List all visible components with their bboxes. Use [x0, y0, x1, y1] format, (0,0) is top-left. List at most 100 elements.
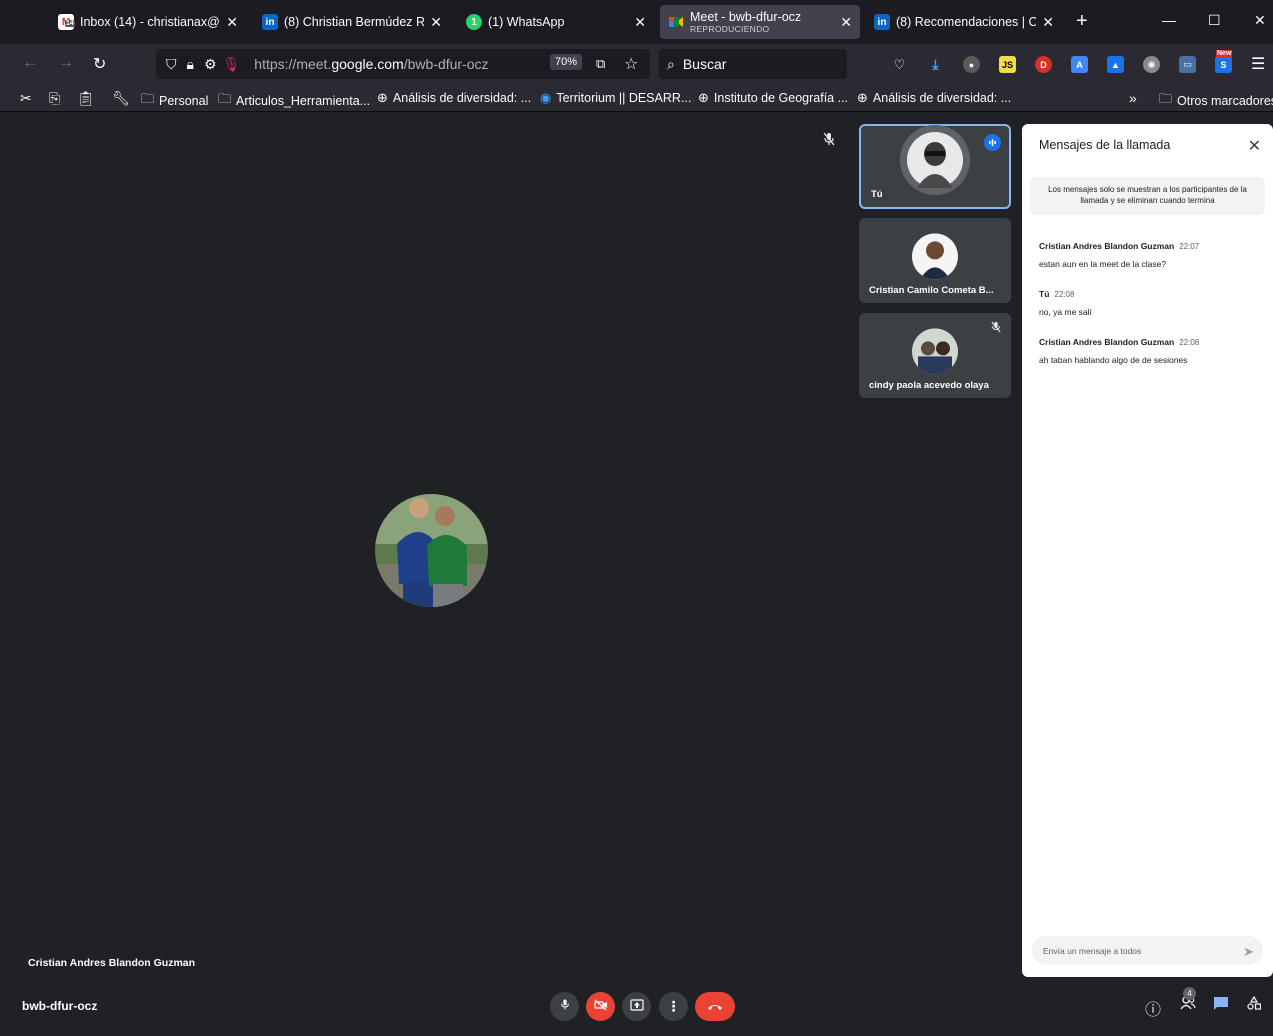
- cut-icon[interactable]: ✂: [20, 90, 32, 107]
- message-time: 22:08: [1179, 338, 1200, 347]
- url-path: /bwb-dfur-ocz: [403, 56, 489, 72]
- chevron-more-icon[interactable]: »: [1129, 90, 1137, 106]
- close-tab-icon[interactable]: ✕: [1042, 14, 1054, 31]
- hang-up-icon: [707, 998, 723, 1016]
- gmail-icon: M14: [58, 14, 75, 30]
- back-icon[interactable]: ←: [22, 54, 38, 72]
- reload-icon[interactable]: ↻: [93, 54, 106, 74]
- new-extension-icon[interactable]: New S: [1215, 50, 1233, 73]
- wrench-icon[interactable]: 🔧︎: [112, 90, 130, 107]
- new-tab-icon[interactable]: +: [1076, 10, 1088, 33]
- present-screen-icon: [629, 998, 644, 1016]
- minimize-icon[interactable]: —: [1162, 12, 1176, 28]
- extension-avatar-icon[interactable]: ●: [963, 56, 980, 73]
- tab-audio-status: REPRODUCIENDO: [690, 24, 770, 34]
- muted-mic-icon: [991, 321, 1001, 336]
- chat-input[interactable]: Envía un mensaje a todos ➤: [1032, 936, 1263, 965]
- meet-stage: Tú Cristian Camilo Cometa B... cindy pao…: [5, 113, 1273, 1036]
- maximize-icon[interactable]: ☐: [1208, 12, 1221, 29]
- microphone-icon: [560, 998, 570, 1016]
- more-options-button[interactable]: ⋮: [659, 992, 688, 1021]
- bookmark-label: Personal: [159, 94, 209, 108]
- translate-extension-icon[interactable]: A: [1071, 56, 1088, 73]
- menu-icon[interactable]: ☰: [1251, 54, 1265, 74]
- js-extension-icon[interactable]: JS: [999, 56, 1016, 73]
- tab-gmail[interactable]: M14 Inbox (14) - christianax@gm ✕: [50, 5, 246, 39]
- info-icon[interactable]: ⓘ: [1145, 996, 1161, 1020]
- close-icon[interactable]: ✕: [1248, 136, 1261, 156]
- participant-tile[interactable]: cindy paola acevedo olaya: [859, 313, 1011, 398]
- camera-off-button[interactable]: [586, 992, 615, 1021]
- scholar-extension-icon[interactable]: ▲: [1107, 56, 1124, 73]
- participant-avatar: [912, 327, 958, 374]
- tab-title: Meet - bwb-dfur-ocz: [690, 10, 802, 24]
- participant-name: cindy paola acevedo olaya: [869, 380, 989, 391]
- microphone-button[interactable]: [550, 992, 579, 1021]
- speaking-indicator-icon: [984, 134, 1001, 151]
- gmail-badge: 14: [65, 20, 75, 27]
- chat-input-placeholder: Envía un mensaje a todos: [1043, 945, 1142, 956]
- close-tab-icon[interactable]: ✕: [226, 14, 238, 31]
- owl-extension-icon[interactable]: ◉: [1143, 56, 1160, 73]
- window-close-icon[interactable]: ✕: [1254, 12, 1266, 29]
- search-box[interactable]: ⌕ Buscar: [659, 49, 847, 79]
- bookmark-personal[interactable]: 🗀 Personal: [141, 90, 208, 112]
- bookmark-articulos[interactable]: 🗀 Articulos_Herramienta...: [218, 90, 370, 112]
- camera-off-icon: [593, 998, 608, 1016]
- chat-panel: Mensajes de la llamada ✕ Los mensajes so…: [1022, 124, 1273, 977]
- send-icon[interactable]: ➤: [1243, 944, 1254, 960]
- tab-linkedin-profile[interactable]: in (8) Christian Bermúdez Rivas ✕: [254, 5, 450, 39]
- translate-icon[interactable]: ⧉: [596, 56, 605, 72]
- tab-title: Inbox (14) - christianax@gm: [80, 15, 220, 29]
- copy-icon[interactable]: ⎘: [49, 90, 60, 107]
- permissions-icon[interactable]: ⚙: [204, 56, 217, 73]
- participant-tile-self[interactable]: Tú: [859, 124, 1011, 209]
- paste-icon[interactable]: 📋︎: [77, 90, 95, 107]
- activities-icon[interactable]: [1247, 995, 1262, 1015]
- message-text: no, ya me salí: [1039, 307, 1092, 317]
- close-tab-icon[interactable]: ✕: [634, 14, 646, 31]
- search-placeholder: Buscar: [682, 56, 727, 72]
- bookmark-other[interactable]: 🗀 Otros marcadores: [1159, 90, 1273, 112]
- d-extension-icon[interactable]: D: [1035, 56, 1052, 73]
- screenshot-extension-icon[interactable]: ▭: [1179, 56, 1196, 73]
- leave-call-button[interactable]: [695, 992, 735, 1021]
- tab-title: (1) WhatsApp: [488, 15, 565, 29]
- bookmark-star-icon[interactable]: ☆: [624, 54, 638, 74]
- present-screen-button[interactable]: [622, 992, 651, 1021]
- microphone-active-icon[interactable]: 🎙︎: [223, 56, 241, 73]
- lock-icon[interactable]: 🔒︎: [187, 56, 194, 73]
- tab-whatsapp[interactable]: 1 (1) WhatsApp ✕: [458, 5, 654, 39]
- close-tab-icon[interactable]: ✕: [430, 14, 442, 31]
- participant-avatar: [900, 124, 970, 195]
- tab-meet[interactable]: Meet - bwb-dfur-ocz REPRODUCIENDO ✕: [660, 5, 860, 39]
- globe-icon: ⊕: [377, 90, 388, 105]
- shield-icon[interactable]: ⛉: [166, 56, 177, 73]
- url-text[interactable]: https://meet.google.com/bwb-dfur-ocz: [254, 56, 488, 72]
- downloads-icon[interactable]: ⤓: [927, 56, 944, 73]
- bookmark-analisis-2[interactable]: ⊕ Análisis de diversidad: ...: [857, 90, 1011, 106]
- bookmark-analisis-1[interactable]: ⊕ Análisis de diversidad: ...: [377, 90, 531, 106]
- zoom-indicator[interactable]: 70%: [550, 54, 583, 70]
- bookmark-label: Territorium || DESARR...: [556, 91, 692, 105]
- search-icon: ⌕: [667, 55, 675, 72]
- globe-icon: ⊕: [698, 90, 709, 105]
- chat-message: Cristian Andres Blandon Guzman 22:07 esta…: [1039, 236, 1259, 269]
- pocket-icon[interactable]: ♡: [891, 56, 908, 73]
- territorium-icon: ◉: [540, 90, 552, 105]
- close-tab-icon[interactable]: ✕: [840, 14, 852, 31]
- tab-linkedin-recommendations[interactable]: in (8) Recomendaciones | Chr ✕: [866, 5, 1062, 39]
- chat-icon[interactable]: [1213, 996, 1229, 1016]
- new-badge: New: [1216, 50, 1233, 57]
- whatsapp-badge: 1: [471, 16, 477, 28]
- folder-icon: 🗀: [141, 91, 155, 106]
- chat-title: Mensajes de la llamada: [1039, 138, 1171, 152]
- bookmark-label: Análisis de diversidad: ...: [392, 91, 532, 105]
- message-sender: Tú: [1039, 289, 1050, 299]
- participant-tile[interactable]: Cristian Camilo Cometa B...: [859, 218, 1011, 303]
- participant-avatar: [912, 232, 958, 279]
- bookmark-instituto[interactable]: ⊕ Instituto de Geografía ...: [698, 90, 848, 106]
- bookmark-territorium[interactable]: ◉ Territorium || DESARR...: [540, 90, 691, 106]
- chat-message: Tú 22:08 no, ya me salí: [1039, 284, 1259, 317]
- forward-icon[interactable]: →: [58, 54, 74, 72]
